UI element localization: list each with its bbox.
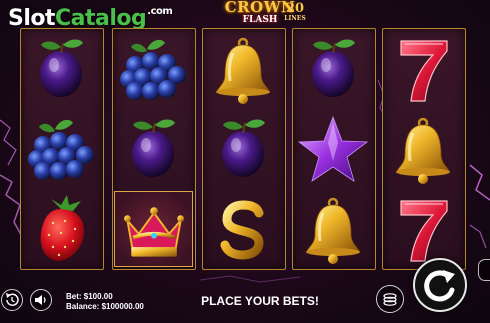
lines-number: 20 [285, 1, 305, 16]
side-menu-button[interactable] [478, 259, 490, 281]
reel-1-cell-2 [21, 109, 102, 189]
plum-icon [310, 38, 357, 99]
reel-5-cell-3 [383, 189, 464, 269]
reel-2-cell-3 [114, 191, 193, 267]
reel-2-cell-1 [113, 29, 194, 109]
watermark-part3: .com [147, 6, 173, 17]
reel-2-cell-2 [113, 109, 194, 189]
reel-1-cell-3 [21, 189, 102, 269]
coins-icon [383, 293, 397, 306]
reel-4-cell-3 [293, 189, 374, 269]
balance-amount: Balance: $100000.00 [66, 302, 144, 311]
plum-icon [220, 118, 267, 179]
reel-5-cell-1 [383, 29, 464, 109]
plum-icon [38, 38, 85, 99]
reel-3-cell-1 [203, 29, 284, 109]
star-icon [298, 116, 368, 182]
reel-4 [292, 28, 376, 270]
bell-icon [214, 37, 272, 106]
blueberries-icon [120, 39, 186, 100]
crown-icon [122, 205, 186, 259]
reel-3-cell-3 [203, 189, 284, 269]
reel-1 [20, 28, 104, 270]
strawberry-icon [40, 195, 85, 261]
reel-4-cell-1 [293, 29, 374, 109]
reel-2 [112, 28, 196, 270]
bell-icon [304, 197, 362, 266]
speaker-icon [35, 295, 46, 305]
coins-button[interactable] [376, 285, 404, 313]
dollar-icon [203, 189, 284, 269]
reel-1-cell-1 [21, 29, 102, 109]
bell-icon [394, 117, 452, 186]
status-message: PLACE YOUR BETS! [201, 294, 319, 308]
seven-icon [400, 40, 448, 102]
bet-amount: Bet: $100.00 [66, 292, 113, 301]
lines-label: LINES [284, 15, 306, 22]
reel-4-cell-2 [293, 109, 374, 189]
history-button[interactable] [1, 289, 23, 311]
sound-button[interactable] [30, 289, 52, 311]
plum-icon [130, 118, 177, 179]
history-icon [6, 293, 19, 306]
seven-icon [400, 200, 448, 262]
blueberries-icon [28, 119, 94, 180]
reel-3 [202, 28, 286, 270]
lines-badge: 20 LINES [284, 2, 306, 22]
reel-5 [382, 28, 466, 270]
reel-5-cell-2 [383, 109, 464, 189]
reel-3-cell-2 [203, 109, 284, 189]
